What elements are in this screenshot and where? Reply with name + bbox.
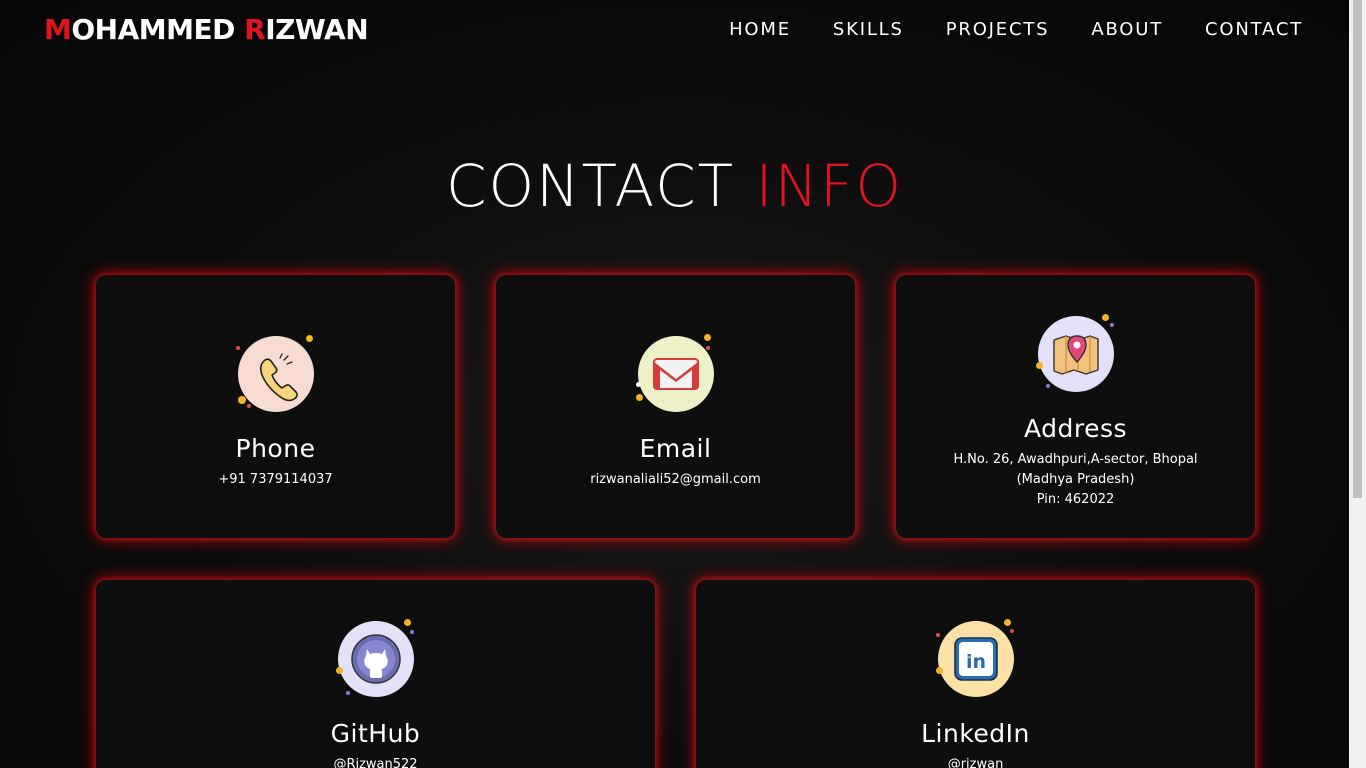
site-logo[interactable]: MOHAMMED RIZWAN bbox=[44, 13, 369, 46]
logo-text-last: IZWAN bbox=[265, 13, 369, 46]
logo-initial-m: M bbox=[44, 13, 72, 46]
linkedin-icon: in bbox=[935, 619, 1016, 699]
nav-contact[interactable]: CONTACT bbox=[1205, 19, 1303, 40]
github-value[interactable]: @Rizwan522 bbox=[96, 755, 655, 768]
nav-home[interactable]: HOME bbox=[729, 19, 791, 40]
vertical-scrollbar[interactable] bbox=[1349, 0, 1366, 768]
address-card[interactable]: Address H.No. 26, Awadhpuri,A-sector, Bh… bbox=[896, 275, 1255, 538]
nav-about[interactable]: ABOUT bbox=[1091, 19, 1163, 40]
address-line-2: (Madhya Pradesh) bbox=[1016, 472, 1135, 487]
phone-title: Phone bbox=[235, 434, 316, 463]
phone-value[interactable]: +91 7379114037 bbox=[96, 470, 455, 490]
section-title: CONTACT INFO bbox=[0, 152, 1349, 220]
address-line-1: H.No. 26, Awadhpuri,A-sector, Bhopal bbox=[953, 452, 1198, 467]
email-value[interactable]: rizwanaliali52@gmail.com bbox=[496, 470, 855, 490]
address-title: Address bbox=[1023, 414, 1128, 443]
linkedin-card[interactable]: in LinkedIn @rizwan bbox=[696, 580, 1255, 768]
github-icon bbox=[335, 619, 416, 699]
logo-initial-r: R bbox=[244, 13, 266, 46]
main-nav: HOME SKILLS PROJECTS ABOUT CONTACT bbox=[687, 19, 1303, 40]
title-info: INFO bbox=[755, 152, 903, 220]
nav-skills[interactable]: SKILLS bbox=[833, 19, 904, 40]
phone-icon bbox=[235, 334, 316, 414]
linkedin-title: LinkedIn bbox=[921, 719, 1030, 748]
site-header: MOHAMMED RIZWAN HOME SKILLS PROJECTS ABO… bbox=[0, 0, 1349, 62]
github-title: GitHub bbox=[330, 719, 421, 748]
github-card[interactable]: GitHub @Rizwan522 bbox=[96, 580, 655, 768]
linkedin-value[interactable]: @rizwan bbox=[696, 755, 1255, 768]
phone-card[interactable]: Phone +91 7379114037 bbox=[96, 275, 455, 538]
email-title: Email bbox=[639, 434, 712, 463]
nav-projects[interactable]: PROJECTS bbox=[946, 19, 1050, 40]
email-card[interactable]: Email rizwanaliali52@gmail.com bbox=[496, 275, 855, 538]
svg-text:in: in bbox=[965, 651, 985, 673]
scrollbar-thumb[interactable] bbox=[1353, 0, 1362, 498]
address-line-3: Pin: 462022 bbox=[1036, 492, 1115, 507]
gmail-icon bbox=[635, 334, 716, 414]
title-contact: CONTACT bbox=[446, 152, 736, 220]
logo-text-first: OHAMMED bbox=[71, 13, 245, 46]
map-pin-icon bbox=[1035, 314, 1116, 394]
